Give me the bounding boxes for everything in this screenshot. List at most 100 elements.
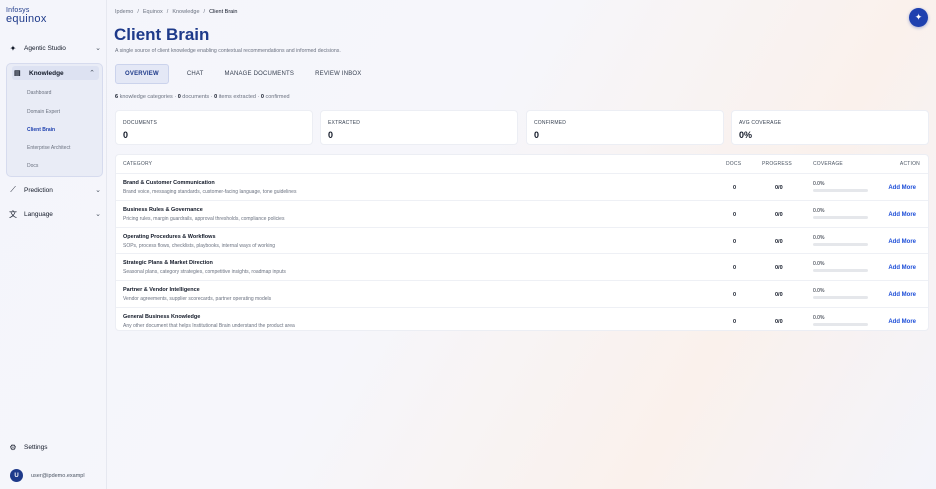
sidebar: Infosys equinox ✦ Agentic Studio ⌄ ▤ Kno… <box>0 0 107 489</box>
coverage-value: 0.0% <box>813 181 825 187</box>
sidebar-item-label: Language <box>24 210 53 218</box>
sidebar-group-knowledge: ▤ Knowledge ⌃ Dashboard Domain Expert Cl… <box>6 63 103 177</box>
coverage-value: 0.0% <box>813 261 825 268</box>
book-icon: ▤ <box>14 70 21 77</box>
summary-documents-label: documents <box>182 94 210 100</box>
sidebar-item-label: Prediction <box>24 186 53 194</box>
stat-label: DOCUMENTS <box>123 120 158 126</box>
docs-count: 0 <box>733 238 737 245</box>
chevron-down-icon: ⌄ <box>95 187 101 194</box>
table-row: Business Rules & Governance Pricing rules… <box>116 199 928 227</box>
docs-count: 0 <box>733 319 737 325</box>
coverage-bar <box>813 215 868 219</box>
stat-card-confirmed: CONFIRMED 0 <box>526 110 724 145</box>
coverage-value: 0.0% <box>813 207 825 214</box>
docs-count: 0 <box>733 292 737 299</box>
stat-label: CONFIRMED <box>534 120 567 126</box>
tab-manage-documents[interactable]: MANAGE DOCUMENTS <box>216 64 304 84</box>
stat-value: 0 <box>123 130 129 140</box>
coverage-bar <box>813 189 868 192</box>
stat-label: EXTRACTED <box>328 120 361 126</box>
category-description: Vendor agreements, supplier scorecards, … <box>123 296 272 303</box>
assistant-button[interactable]: ✦ <box>909 8 928 27</box>
tab-bar: OVERVIEW CHAT MANAGE DOCUMENTS REVIEW IN… <box>115 64 371 84</box>
stat-value: 0 <box>534 130 540 140</box>
brand-logo[interactable]: Infosys equinox <box>6 7 47 25</box>
add-more-button[interactable]: Add More <box>888 185 916 191</box>
brand-line2: equinox <box>6 13 47 25</box>
summary-documents-count: 0 <box>177 94 181 100</box>
table-row: General Business Knowledge Any other docu… <box>116 307 928 334</box>
add-more-button[interactable]: Add More <box>888 319 916 325</box>
table-row: Operating Procedures & Workflows SOPs, pr… <box>116 226 928 254</box>
summary-extracted-count: 0 <box>214 94 218 100</box>
add-more-button[interactable]: Add More <box>888 239 916 245</box>
column-header-progress: PROGRESS <box>762 161 792 167</box>
chevron-down-icon: ⌄ <box>95 211 101 218</box>
category-name: General Business Knowledge <box>123 314 201 320</box>
gear-icon: ⚙ <box>9 442 17 452</box>
summary-categories-count: 6 <box>115 94 119 100</box>
avatar: U <box>10 469 23 482</box>
sidebar-sub-dashboard[interactable]: Dashboard <box>27 90 51 96</box>
sidebar-item-prediction[interactable]: ⟋ Prediction ⌄ <box>8 181 103 199</box>
breadcrumb-item[interactable]: Knowledge <box>172 9 199 15</box>
user-email: user@ipdemo.exampl <box>31 472 85 479</box>
user-profile[interactable]: U user@ipdemo.exampl <box>10 469 85 482</box>
breadcrumb-item[interactable]: Equinox <box>143 9 163 15</box>
summary-categories-label: knowledge categories <box>119 94 173 100</box>
category-name: Brand & Customer Communication <box>123 180 215 186</box>
breadcrumb-item[interactable]: Ipdemo <box>115 9 133 15</box>
sidebar-sub-client-brain[interactable]: Client Brain <box>27 127 55 133</box>
column-header-docs: DOCS <box>726 161 742 167</box>
sidebar-item-agentic-studio[interactable]: ✦ Agentic Studio ⌄ <box>8 39 103 57</box>
tab-review-inbox[interactable]: REVIEW INBOX <box>306 64 370 84</box>
category-description: Pricing rules, margin guardrails, approv… <box>123 215 285 222</box>
page-subtitle: A single source of client knowledge enab… <box>115 48 341 54</box>
docs-count: 0 <box>733 185 737 191</box>
category-description: Any other document that helps Institutio… <box>123 323 295 329</box>
coverage-bar <box>813 323 868 326</box>
sparkle-icon: ✦ <box>9 43 17 53</box>
coverage-bar <box>813 242 868 246</box>
chevron-down-icon: ⌄ <box>95 45 101 52</box>
category-description: Seasonal plans, category strategies, com… <box>123 269 286 276</box>
column-header-coverage: COVERAGE <box>813 161 843 167</box>
column-header-action: ACTION <box>899 161 920 167</box>
category-table: CATEGORY DOCS PROGRESS COVERAGE ACTION B… <box>115 154 929 331</box>
docs-count: 0 <box>733 211 737 218</box>
tab-overview[interactable]: OVERVIEW <box>115 64 169 84</box>
add-more-button[interactable]: Add More <box>888 265 916 271</box>
add-more-button[interactable]: Add More <box>888 212 916 218</box>
category-description: SOPs, process flows, checklists, playboo… <box>123 242 276 249</box>
summary-confirmed-count: 0 <box>260 94 264 100</box>
coverage-value: 0.0% <box>813 288 825 295</box>
sidebar-sub-domain-expert[interactable]: Domain Expert <box>27 109 60 115</box>
translate-icon: 文 <box>9 209 17 219</box>
sidebar-item-settings[interactable]: ⚙ Settings <box>8 438 103 456</box>
summary-confirmed-label: confirmed <box>265 94 290 100</box>
table-row: Partner & Vendor Intelligence Vendor agre… <box>116 280 928 307</box>
breadcrumb-current: Client Brain <box>209 9 238 15</box>
sidebar-item-language[interactable]: 文 Language ⌄ <box>8 205 103 223</box>
tab-chat[interactable]: CHAT <box>178 64 213 84</box>
coverage-value: 0.0% <box>813 234 825 241</box>
table-row: Strategic Plans & Market Direction Season… <box>116 253 928 280</box>
stat-value: 0 <box>328 130 334 140</box>
stat-card-avg-coverage: AVG COVERAGE 0% <box>731 110 929 145</box>
sidebar-sub-enterprise-architect[interactable]: Enterprise Architect <box>27 145 70 151</box>
summary-line: 6 knowledge categories · 0 documents · 0… <box>115 94 290 100</box>
page-title: Client Brain <box>114 25 210 44</box>
sidebar-item-label: Settings <box>24 443 48 451</box>
breadcrumb: Ipdemo / Equinox / Knowledge / Client Br… <box>115 9 238 15</box>
add-more-button[interactable]: Add More <box>888 292 916 298</box>
progress-value: 0/0 <box>775 238 783 245</box>
sidebar-sub-docs[interactable]: Docs <box>27 163 38 169</box>
category-name: Business Rules & Governance <box>123 206 203 213</box>
coverage-bar <box>813 296 868 300</box>
category-name: Operating Procedures & Workflows <box>123 233 216 240</box>
progress-value: 0/0 <box>775 185 783 191</box>
progress-value: 0/0 <box>775 265 783 272</box>
sidebar-item-knowledge[interactable]: ▤ Knowledge ⌃ <box>12 66 99 80</box>
category-name: Strategic Plans & Market Direction <box>123 260 213 267</box>
